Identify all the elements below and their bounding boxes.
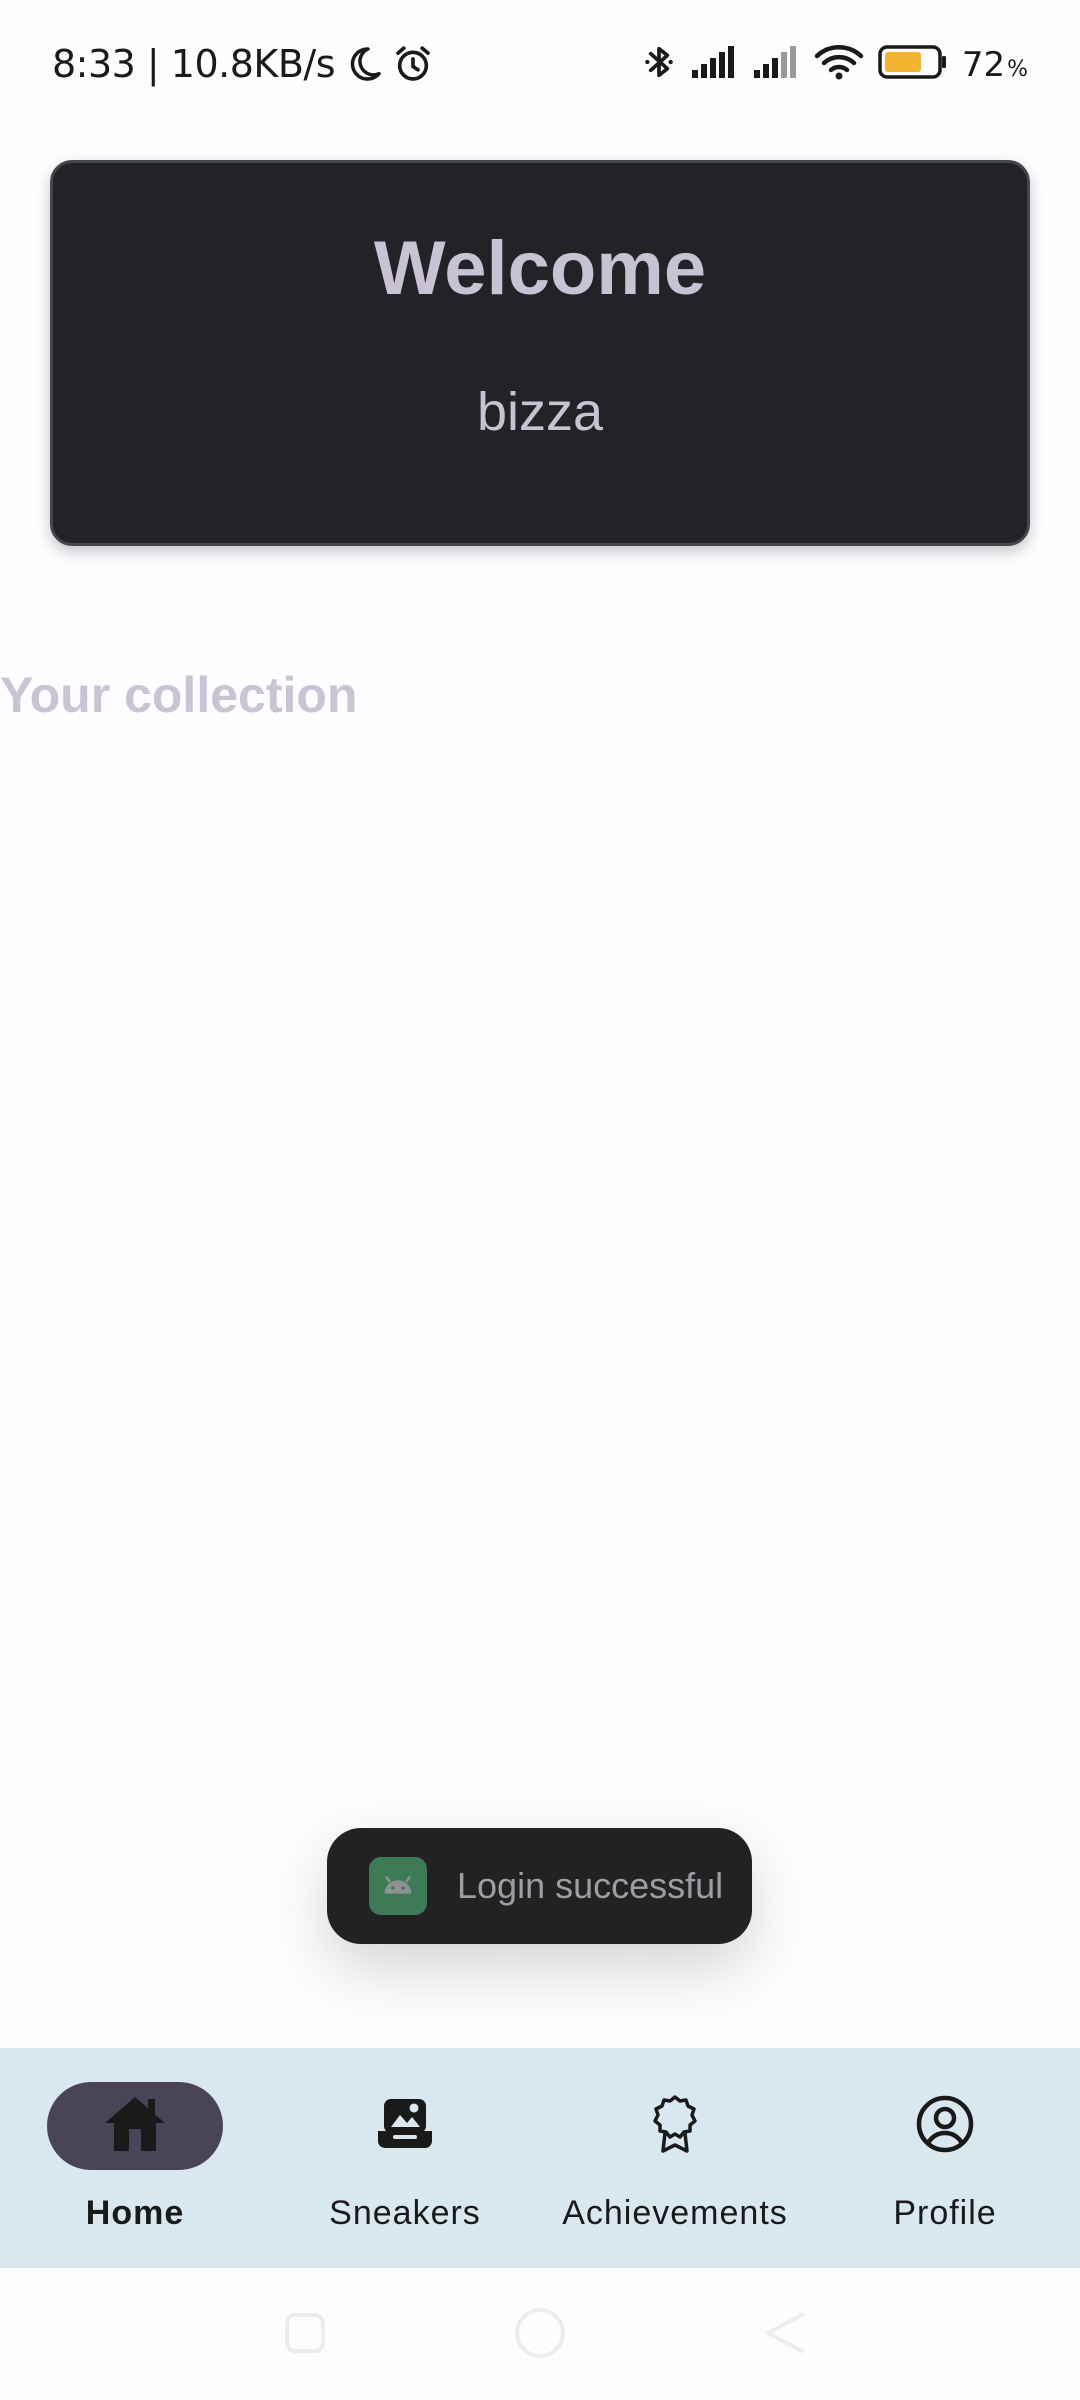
battery-icon <box>878 44 948 85</box>
nav-item-home[interactable]: Home <box>0 2048 270 2268</box>
account-circle-icon <box>915 2094 975 2159</box>
nav-item-sneakers[interactable]: Sneakers <box>270 2048 540 2268</box>
home-circle-icon[interactable] <box>505 2298 575 2368</box>
sneakers-box-icon <box>375 2095 435 2158</box>
status-left: 8:33 | 10.8KB/s <box>52 42 433 86</box>
moon-icon <box>345 44 383 84</box>
status-time-speed: 8:33 | 10.8KB/s <box>52 42 336 86</box>
collection-title: Your collection <box>0 667 358 723</box>
battery-percent-unit: % <box>1007 56 1028 82</box>
status-bar: 8:33 | 10.8KB/s 72 % <box>0 0 1080 130</box>
battery-level-fill <box>884 52 921 72</box>
toast-message: Login successful <box>457 1865 724 1906</box>
system-navigation-bar <box>0 2268 1080 2400</box>
battery-percent-value: 72 <box>961 44 1006 85</box>
home-icon <box>102 2093 168 2160</box>
signal-icon <box>752 44 800 85</box>
nav-active-indicator <box>47 2082 223 2170</box>
bluetooth-icon <box>642 42 676 87</box>
toast: Login successful <box>327 1828 752 1944</box>
android-icon <box>369 1857 427 1915</box>
nav-item-profile[interactable]: Profile <box>810 2048 1080 2268</box>
recents-icon[interactable] <box>270 2298 340 2368</box>
badge-icon <box>649 2093 701 2160</box>
welcome-card: Welcome bizza <box>50 160 1030 546</box>
nav-item-achievements[interactable]: Achievements <box>540 2048 810 2268</box>
nav-label-sneakers: Sneakers <box>329 2194 481 2232</box>
wifi-icon <box>814 43 864 86</box>
alarm-icon <box>393 44 433 84</box>
bottom-navigation: Home Sneakers Achievements Profile <box>0 2048 1080 2268</box>
welcome-title: Welcome <box>373 226 707 311</box>
welcome-username: bizza <box>476 382 604 442</box>
nav-label-home: Home <box>85 2194 185 2232</box>
status-right: 72 % <box>642 42 1028 87</box>
battery-percent: 72 % <box>962 45 1028 85</box>
signal-icon <box>690 44 738 85</box>
nav-label-achievements: Achievements <box>562 2194 788 2232</box>
nav-label-profile: Profile <box>893 2194 997 2232</box>
back-icon[interactable] <box>750 2298 820 2368</box>
